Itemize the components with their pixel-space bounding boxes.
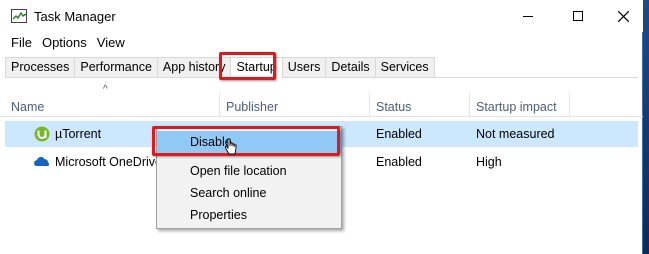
maximize-button[interactable] <box>555 0 601 32</box>
column-header-status[interactable]: Status <box>370 93 470 117</box>
minimize-button[interactable] <box>505 0 551 32</box>
disable-annotation-box <box>152 126 340 156</box>
menu-file[interactable]: File <box>0 33 37 53</box>
column-header-publisher[interactable]: Publisher <box>220 93 370 117</box>
onedrive-icon <box>34 156 50 166</box>
close-button[interactable] <box>600 0 646 32</box>
column-header-startup-impact[interactable]: Startup impact <box>470 93 570 117</box>
tab-users[interactable]: Users <box>281 57 326 78</box>
row-startup-impact: High <box>476 155 502 169</box>
context-menu-search-online[interactable]: Search online <box>157 182 341 204</box>
task-manager-window: Task Manager File Options View Processes… <box>0 0 643 254</box>
title-bar[interactable]: Task Manager <box>0 0 643 32</box>
row-status: Enabled <box>376 155 422 169</box>
startup-tab-annotation-box <box>219 52 276 80</box>
row-status: Enabled <box>376 127 422 141</box>
task-manager-icon <box>11 9 27 23</box>
column-header-row: Name Publisher Status Startup impact <box>0 93 643 117</box>
close-icon <box>617 10 629 22</box>
column-header-name[interactable]: Name <box>5 93 220 117</box>
tab-processes[interactable]: Processes <box>5 57 75 78</box>
context-menu-open-file-location[interactable]: Open file location <box>157 160 341 182</box>
hand-cursor-icon <box>225 138 237 155</box>
tab-services[interactable]: Services <box>374 57 435 78</box>
row-name: Microsoft OneDrive <box>55 155 162 169</box>
window-title: Task Manager <box>34 9 116 24</box>
tab-details[interactable]: Details <box>325 57 375 78</box>
maximize-icon <box>573 11 583 21</box>
row-name: µTorrent <box>55 127 102 141</box>
utorrent-icon <box>34 126 50 142</box>
minimize-icon <box>523 15 533 17</box>
context-menu-properties[interactable]: Properties <box>157 204 341 226</box>
menu-bar: File Options View <box>0 33 130 53</box>
menu-view[interactable]: View <box>92 33 130 53</box>
tab-performance[interactable]: Performance <box>74 57 157 78</box>
desktop-background <box>643 0 649 254</box>
row-startup-impact: Not measured <box>476 127 555 141</box>
menu-options[interactable]: Options <box>37 33 92 53</box>
